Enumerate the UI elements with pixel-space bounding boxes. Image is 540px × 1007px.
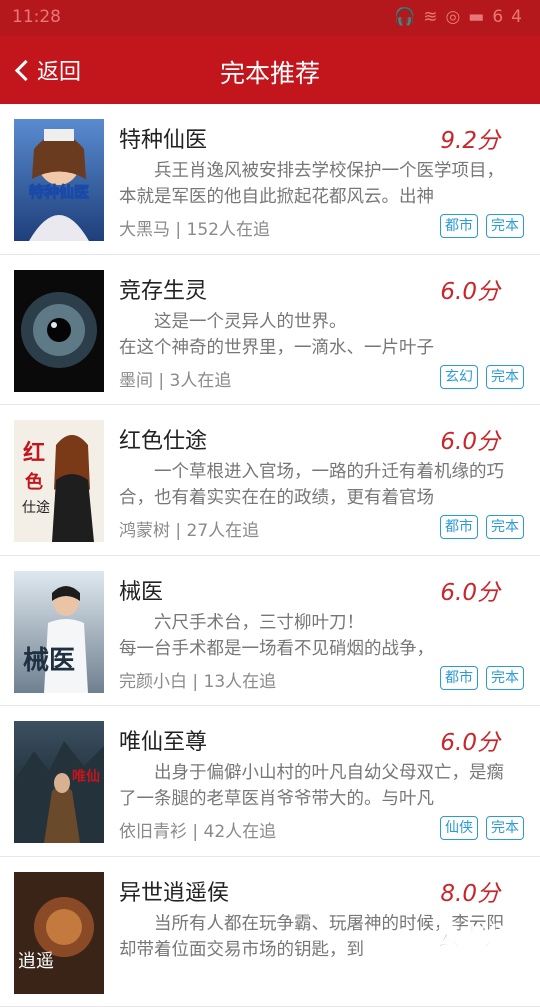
book-score: 6.0分 [440, 422, 500, 456]
status-time: 11:28 [12, 7, 61, 27]
tag-category[interactable]: 玄幻 [440, 365, 478, 389]
book-item[interactable]: 红 色 仕途 红色仕途 6.0分 一个草根进入官场，一路的升迁有着机缘的巧合，也… [0, 405, 540, 556]
book-description: 这是一个灵异人的世界。 在这个神奇的世界里，一滴水、一片叶子 [119, 309, 515, 361]
svg-text:仕途: 仕途 [22, 499, 50, 516]
watermark-text: 云南龙网 [436, 917, 532, 952]
book-score: 8.0分 [440, 874, 500, 908]
book-cover[interactable]: 红 色 仕途 [14, 420, 104, 542]
book-tags: 都市 完本 [440, 666, 524, 690]
book-score: 6.0分 [440, 573, 500, 607]
book-item[interactable]: 竞存生灵 6.0分 这是一个灵异人的世界。 在这个神奇的世界里，一滴水、一片叶子… [0, 255, 540, 406]
cover-title: 械医 [23, 646, 75, 676]
cover-image: 逍遥 [14, 872, 104, 994]
headphones-icon: 🎧 [394, 7, 423, 27]
tag-status[interactable]: 完本 [486, 365, 524, 389]
book-author: 依旧青衫 [119, 822, 187, 842]
book-tags: 都市 完本 [440, 214, 524, 238]
cover-title: 唯仙 [72, 768, 100, 785]
book-tags: 仙侠 完本 [440, 816, 524, 840]
book-followers: 27人在追 [187, 521, 260, 541]
watermark-logo: 云南龙网 [416, 914, 534, 954]
book-cover[interactable]: 唯仙 [14, 721, 104, 843]
svg-text:色: 色 [25, 471, 43, 493]
book-meta: 大黑马 | 152人在追 [119, 215, 270, 240]
cover-image: 唯仙 [14, 721, 104, 843]
book-tags: 都市 完本 [440, 515, 524, 539]
book-score: 9.2分 [440, 121, 500, 155]
cover-image: 特种仙医 [14, 119, 104, 241]
cover-image: 械医 [14, 571, 104, 693]
page-title: 完本推荐 [0, 54, 540, 90]
cover-title: 红 [23, 440, 45, 466]
cover-title: 逍遥 [18, 951, 54, 972]
book-followers: 42人在追 [204, 822, 277, 842]
book-author: 完颜小白 [119, 672, 187, 692]
book-title: 唯仙至尊 [119, 724, 207, 756]
book-title: 竞存生灵 [119, 273, 207, 305]
tag-status[interactable]: 完本 [486, 515, 524, 539]
book-meta: 依旧青衫 | 42人在追 [119, 817, 276, 842]
book-score: 6.0分 [440, 272, 500, 306]
book-description: 出身于偏僻小山村的叶凡自幼父母双亡，是瘸了一条腿的老草医肖爷爷带大的。与叶凡 [119, 760, 515, 812]
book-followers: 3人在追 [170, 371, 232, 391]
book-author: 鸿蒙树 [119, 521, 170, 541]
book-followers: 13人在追 [204, 672, 277, 692]
tag-status[interactable]: 完本 [486, 214, 524, 238]
book-item[interactable]: 械医 械医 6.0分 六尺手术台，三寸柳叶刀！ 每一台手术都是一场看不见硝烟的战… [0, 556, 540, 707]
book-list: 特种仙医 特种仙医 9.2分 兵王肖逸风被安排去学校保护一个医学项目，本就是军医… [0, 104, 540, 1007]
book-meta: 墨间 | 3人在追 [119, 366, 231, 391]
book-cover[interactable]: 逍遥 [14, 872, 104, 994]
book-item[interactable]: 唯仙 唯仙至尊 6.0分 出身于偏僻小山村的叶凡自幼父母双亡，是瘸了一条腿的老草… [0, 706, 540, 857]
book-followers: 152人在追 [187, 220, 270, 240]
status-bar: 11:28 🎧≋◎▬64 [0, 0, 540, 36]
tag-category[interactable]: 都市 [440, 515, 478, 539]
tag-status[interactable]: 完本 [486, 816, 524, 840]
book-description: 六尺手术台，三寸柳叶刀！ 每一台手术都是一场看不见硝烟的战争， [119, 610, 515, 662]
book-item[interactable]: 特种仙医 特种仙医 9.2分 兵王肖逸风被安排去学校保护一个医学项目，本就是军医… [0, 104, 540, 255]
book-author: 大黑马 [119, 220, 170, 240]
book-title: 红色仕途 [119, 423, 207, 455]
tag-status[interactable]: 完本 [486, 666, 524, 690]
book-description: 兵王肖逸风被安排去学校保护一个医学项目，本就是军医的他自此掀起花都风云。出神 [119, 158, 515, 210]
tag-category[interactable]: 仙侠 [440, 816, 478, 840]
cover-image [14, 270, 104, 392]
book-title: 异世逍遥侯 [119, 875, 229, 907]
book-score: 6.0分 [440, 723, 500, 757]
book-cover[interactable]: 械医 [14, 571, 104, 693]
book-title: 特种仙医 [119, 122, 207, 154]
battery-level: 64 [492, 7, 530, 27]
cover-title: 特种仙医 [29, 183, 89, 201]
book-description: 一个草根进入官场，一路的升迁有着机缘的巧合，也有着实实在在的政绩，更有着官场 [119, 459, 515, 511]
book-meta: 鸿蒙树 | 27人在追 [119, 516, 259, 541]
book-title: 械医 [119, 574, 163, 606]
battery-icon: ▬ [468, 7, 492, 27]
sync-icon: ◎ [445, 7, 468, 27]
app-bar: 返回 完本推荐 [0, 36, 540, 104]
book-cover[interactable]: 特种仙医 [14, 119, 104, 241]
tag-category[interactable]: 都市 [440, 666, 478, 690]
cover-image: 红 色 仕途 [14, 420, 104, 542]
status-icons: 🎧≋◎▬64 [394, 7, 530, 27]
book-tags: 玄幻 完本 [440, 365, 524, 389]
wifi-icon: ≋ [423, 7, 445, 27]
tag-category[interactable]: 都市 [440, 214, 478, 238]
book-cover[interactable] [14, 270, 104, 392]
book-meta: 完颜小白 | 13人在追 [119, 667, 276, 692]
book-author: 墨间 [119, 371, 153, 391]
